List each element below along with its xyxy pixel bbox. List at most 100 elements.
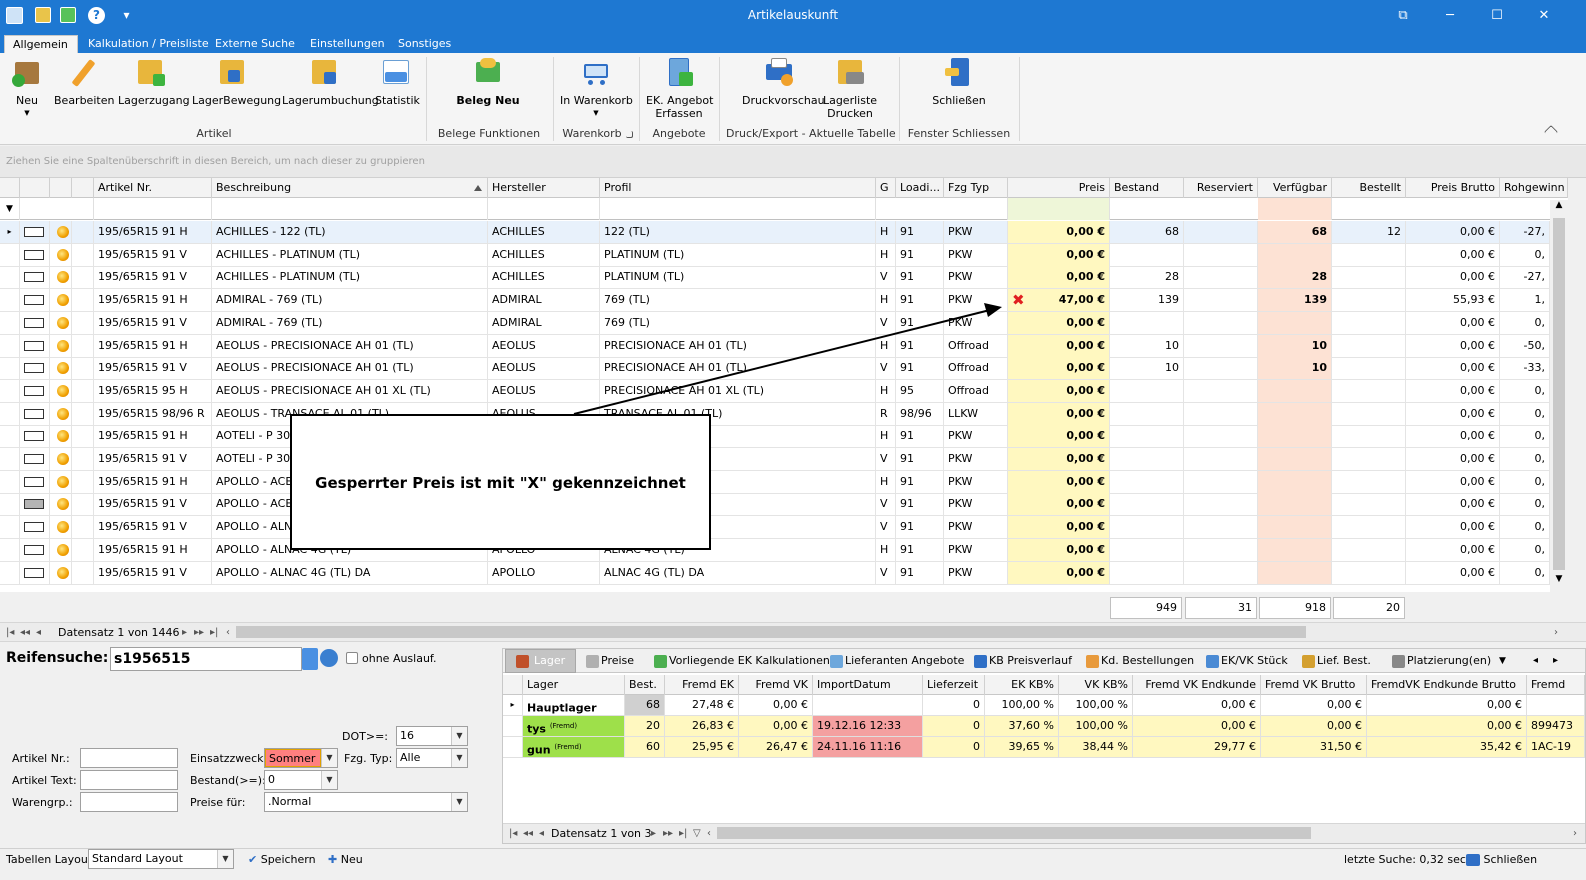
header-loadindex[interactable]: Loadi... — [896, 178, 944, 198]
tab-ekvk-stueck[interactable]: EK/VK Stück — [1203, 653, 1288, 673]
druckvorschau-button[interactable]: Druckvorschau — [742, 56, 825, 107]
table-row[interactable]: ▸ Hauptlager 68 27,48 €0,00 €0 100,00 % 100,… — [503, 695, 1585, 716]
scroll-right-icon[interactable]: › — [1554, 625, 1558, 640]
table-row[interactable]: 195/65R15 91 V ADMIRAL - 769 (TL) ADMIRAL 7… — [0, 311, 1568, 335]
collapse-ribbon-icon[interactable] — [1543, 124, 1559, 140]
dot-select[interactable]: 16 ▼ — [396, 726, 468, 746]
next-record-icon[interactable]: ▸ — [182, 625, 187, 640]
horizontal-scroll-thumb[interactable] — [236, 626, 1306, 638]
restore-icon[interactable]: ⧉ — [1380, 4, 1426, 28]
header-rohgewinn[interactable]: Rohgewinn — [1500, 178, 1568, 198]
filter-cell[interactable] — [94, 198, 212, 220]
artikel-nr-input[interactable] — [80, 748, 178, 768]
beleg-neu-button[interactable]: Beleg Neu — [456, 56, 520, 107]
table-row[interactable]: 195/65R15 95 H AEOLUS - PRECISIONACE AH 0… — [0, 379, 1568, 403]
filter-cell[interactable] — [212, 198, 488, 220]
next-record-icon[interactable]: ▸ — [651, 826, 656, 841]
prev-page-icon[interactable]: ◂◂ — [523, 826, 533, 841]
lagerbewegung-button[interactable]: LagerBewegung — [192, 56, 281, 107]
search-down-icon[interactable] — [302, 648, 318, 670]
next-page-icon[interactable]: ▸▸ — [663, 826, 673, 841]
horizontal-scroll-thumb[interactable] — [717, 827, 1311, 839]
table-row[interactable]: 195/65R15 91 H AEOLUS - PRECISIONACE AH 0… — [0, 334, 1568, 358]
table-row[interactable]: 195/65R15 91 HAPOLLO - ALNAC 4G (TL)APOL… — [0, 538, 1568, 562]
filter-cell[interactable] — [600, 198, 876, 220]
tab-preise[interactable]: Preise — [583, 653, 634, 673]
lagerliste-drucken-button[interactable]: Lagerliste Drucken — [822, 56, 878, 120]
tabellen-layout-select[interactable]: Standard Layout ▼ — [88, 849, 234, 869]
in-warenkorb-button[interactable]: In Warenkorb ▼ — [560, 56, 633, 120]
header-hersteller[interactable]: Hersteller — [488, 178, 600, 198]
tab-lief-best[interactable]: Lief. Best. — [1299, 653, 1371, 673]
table-row[interactable]: 195/65R15 91 V ACHILLES - PLATINUM (TL) AC… — [0, 266, 1568, 290]
bearbeiten-button[interactable]: Bearbeiten — [54, 56, 114, 107]
filter-cell[interactable] — [1008, 198, 1110, 220]
last-record-icon[interactable]: ▸| — [210, 625, 218, 640]
first-record-icon[interactable]: |◂ — [6, 625, 14, 640]
last-record-icon[interactable]: ▸| — [679, 826, 687, 841]
lagerzugang-button[interactable]: Lagerzugang — [118, 56, 190, 107]
bestand-select[interactable]: 0 ▼ — [264, 770, 338, 790]
next-page-icon[interactable]: ▸▸ — [194, 625, 204, 640]
header-lager[interactable]: Lager — [523, 675, 625, 695]
tab-scroll-left-icon[interactable]: ◂ — [1533, 653, 1538, 673]
header-ek-kb[interactable]: EK KB% — [985, 675, 1059, 695]
table-row[interactable]: 195/65R15 91 V APOLLO - ACEL V 91 PKW 0,00 €0… — [0, 493, 1568, 517]
header-verfuegbar[interactable]: Verfügbar — [1258, 178, 1332, 198]
table-row[interactable]: 195/65R15 91 H AOTELI - P 307 H 91 PKW 0,00 €… — [0, 425, 1568, 449]
header-preis[interactable]: Preis — [1008, 178, 1110, 198]
tab-overflow-dropdown-icon[interactable]: ▼ — [1499, 653, 1506, 673]
filter-cell[interactable] — [20, 198, 94, 220]
header-reserviert[interactable]: Reserviert — [1184, 178, 1258, 198]
statistik-button[interactable]: Statistik — [375, 56, 420, 107]
neu-layout-button[interactable]: ✚ Neu — [328, 853, 363, 866]
reifensuche-input[interactable]: s1956515 — [110, 647, 302, 671]
table-row[interactable]: tys (Fremd) 20 26,83 €0,00 €19.12.16 12:33… — [503, 716, 1585, 737]
filter-icon[interactable]: ▼ — [0, 198, 20, 220]
header-vk-kb[interactable]: VK KB% — [1059, 675, 1133, 695]
header-fremd-vk[interactable]: Fremd VK — [739, 675, 813, 695]
header-bestand[interactable]: Bestand — [1110, 178, 1184, 198]
warengrp-input[interactable] — [80, 792, 178, 812]
tab-kalkulation[interactable]: Kalkulation / Preisliste — [80, 35, 217, 53]
header-fzg-typ[interactable]: Fzg Typ — [944, 178, 1008, 198]
tab-sonstiges[interactable]: Sonstiges — [390, 35, 459, 53]
header-profil[interactable]: Profil — [600, 178, 876, 198]
tab-externe-suche[interactable]: Externe Suche — [207, 35, 303, 53]
filter-cell[interactable] — [1258, 198, 1332, 220]
close-button[interactable]: ✕ — [1521, 4, 1567, 28]
header-fremd[interactable]: Fremd — [1527, 675, 1585, 695]
first-record-icon[interactable]: |◂ — [509, 826, 517, 841]
header-beschreibung[interactable]: Beschreibung — [212, 178, 488, 198]
scroll-thumb[interactable] — [1553, 218, 1565, 570]
tab-ek-kalkulationen[interactable]: Vorliegende EK Kalkulationen — [651, 653, 830, 673]
table-row[interactable]: 195/65R15 91 V ACHILLES - PLATINUM (TL) AC… — [0, 243, 1568, 267]
ohne-auslauf-checkbox[interactable] — [346, 652, 358, 664]
prev-record-icon[interactable]: ◂ — [539, 826, 544, 841]
scroll-left-icon[interactable]: ‹ — [226, 625, 230, 640]
header-g[interactable]: G — [876, 178, 896, 198]
table-row[interactable]: 195/65R15 91 V APOLLO - ALNA V 91 PKW 0,00 €0… — [0, 516, 1568, 540]
header-importdatum[interactable]: ImportDatum — [813, 675, 923, 695]
header-preis-brutto[interactable]: Preis Brutto — [1406, 178, 1500, 198]
tab-einstellungen[interactable]: Einstellungen — [302, 35, 393, 53]
header-best[interactable]: Best. — [625, 675, 665, 695]
tab-lieferanten-angebote[interactable]: Lieferanten Angebote — [827, 653, 964, 673]
fzg-typ-select[interactable]: Alle ▼ — [396, 748, 468, 768]
neu-button[interactable]: Neu ▼ — [10, 56, 44, 120]
header-bestellt[interactable]: Bestellt — [1332, 178, 1406, 198]
header-artikel-nr[interactable]: Artikel Nr. — [94, 178, 212, 198]
table-row[interactable]: 195/65R15 98/96 RAEOLUS - TRANSACE AL 01… — [0, 402, 1568, 426]
table-row[interactable]: ▸ 195/65R15 91 H ACHILLES - 122 (TL) ACHILL… — [0, 221, 1568, 244]
einsatzzweck-select[interactable]: Sommer ▼ — [264, 748, 338, 768]
schliessen-button[interactable]: Schließen — [930, 56, 988, 107]
table-row[interactable]: 195/65R15 91 V AOTELI - P 307 V 91 PKW 0,00 €… — [0, 448, 1568, 471]
artikel-text-input[interactable] — [80, 770, 178, 790]
filter-icon[interactable]: ▽ — [693, 826, 701, 841]
filter-row[interactable]: ▼ — [0, 198, 1568, 220]
header-fremd-ek[interactable]: Fremd EK — [665, 675, 739, 695]
dialog-launcher-icon[interactable] — [626, 131, 633, 138]
tab-scroll-right-icon[interactable]: ▸ — [1553, 653, 1558, 673]
header-fremd-vk-endkunde[interactable]: Fremd VK Endkunde — [1133, 675, 1261, 695]
filter-cell[interactable] — [488, 198, 600, 220]
